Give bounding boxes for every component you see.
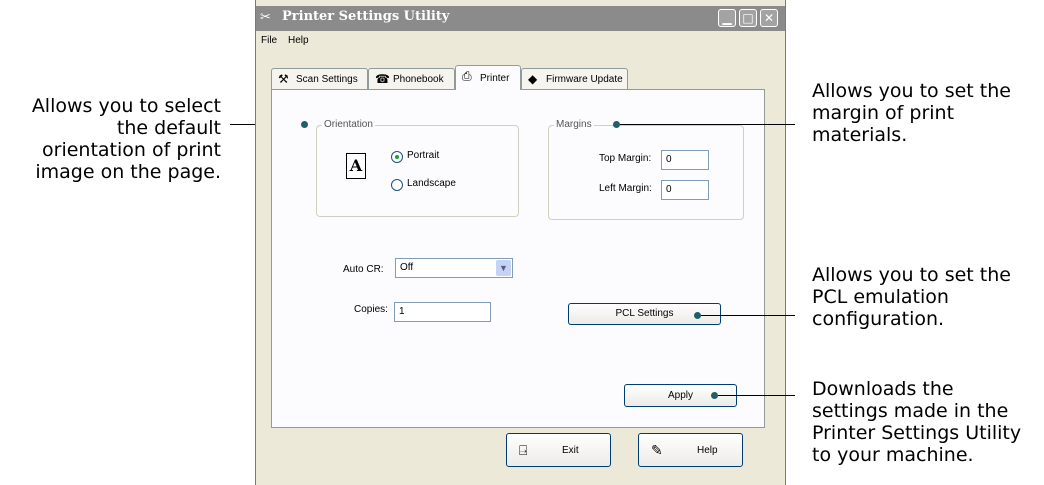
tab-printer[interactable]: ⎙ Printer [455, 65, 521, 90]
copies-input[interactable]: 1 [394, 302, 491, 322]
exit-button[interactable]: ⍈ Exit [506, 433, 611, 467]
leader-line-apply [715, 395, 795, 396]
menu-bar: File Help [256, 33, 785, 49]
tab-label: Printer [480, 73, 510, 84]
callout-dot-margins [613, 121, 620, 128]
help-book-icon: ✎ [651, 442, 663, 458]
help-button[interactable]: ✎ Help [638, 433, 743, 467]
top-margin-label: Top Margin: [599, 153, 652, 164]
maximize-button[interactable]: □ [739, 9, 757, 27]
auto-cr-value: Off [400, 262, 414, 273]
auto-cr-select[interactable]: Off ▼ [395, 258, 513, 278]
left-margin-label: Left Margin: [599, 183, 652, 194]
landscape-label[interactable]: Landscape [407, 178, 456, 189]
chevron-down-icon[interactable]: ▼ [496, 260, 511, 276]
app-icon: ✂ [260, 10, 271, 25]
leader-line-margins [617, 124, 795, 125]
phonebook-icon: ☎ [375, 72, 390, 86]
close-button[interactable]: ✕ [760, 9, 778, 27]
copies-label: Copies: [354, 304, 388, 315]
page-orientation-icon: A [346, 153, 366, 179]
menu-help[interactable]: Help [288, 35, 309, 46]
portrait-radio[interactable] [391, 151, 403, 163]
landscape-radio[interactable] [391, 179, 403, 191]
portrait-label[interactable]: Portrait [407, 150, 439, 161]
callout-apply: Downloads the settings made in the Print… [812, 378, 1022, 466]
callout-dot-pcl [694, 312, 701, 319]
exit-icon: ⍈ [519, 442, 528, 458]
tab-scan-settings[interactable]: ⚒ Scan Settings [271, 68, 368, 89]
tab-firmware-update[interactable]: ◆ Firmware Update [521, 68, 628, 89]
minimize-button[interactable]: ▁ [718, 9, 736, 27]
help-label: Help [697, 445, 718, 456]
callout-orientation: Allows you to select the default orienta… [31, 95, 221, 183]
exit-label: Exit [562, 445, 579, 456]
callout-pcl: Allows you to set the PCL emulation conf… [812, 264, 1011, 330]
margins-group-title: Margins [554, 119, 594, 130]
leader-line-pcl [697, 315, 795, 316]
menu-file[interactable]: File [261, 35, 277, 46]
tab-label: Scan Settings [296, 74, 358, 85]
tab-phonebook[interactable]: ☎ Phonebook [368, 68, 455, 89]
margins-group: Margins Top Margin: 0 Left Margin: 0 [548, 119, 744, 220]
left-margin-input[interactable]: 0 [661, 180, 709, 200]
printer-icon: ⎙ [462, 69, 472, 83]
tab-label: Phonebook [393, 74, 444, 85]
callout-dot-apply [711, 392, 718, 399]
callout-margins: Allows you to set the margin of print ma… [812, 80, 1011, 146]
top-margin-input[interactable]: 0 [661, 150, 709, 170]
printer-settings-window: ✂ Printer Settings Utility ▁ □ ✕ File He… [255, 0, 786, 485]
title-bar[interactable]: ✂ Printer Settings Utility ▁ □ ✕ [256, 6, 785, 31]
orientation-group-title: Orientation [322, 119, 375, 130]
printer-tab-panel: Orientation A Portrait Landscape Margins… [271, 89, 765, 428]
firmware-icon: ◆ [528, 72, 538, 86]
orientation-group: Orientation A Portrait Landscape [316, 119, 519, 217]
tab-label: Firmware Update [546, 74, 623, 85]
auto-cr-label: Auto CR: [343, 264, 384, 275]
callout-dot-orientation [301, 121, 308, 128]
scan-settings-icon: ⚒ [278, 72, 289, 86]
window-title: Printer Settings Utility [282, 9, 450, 24]
